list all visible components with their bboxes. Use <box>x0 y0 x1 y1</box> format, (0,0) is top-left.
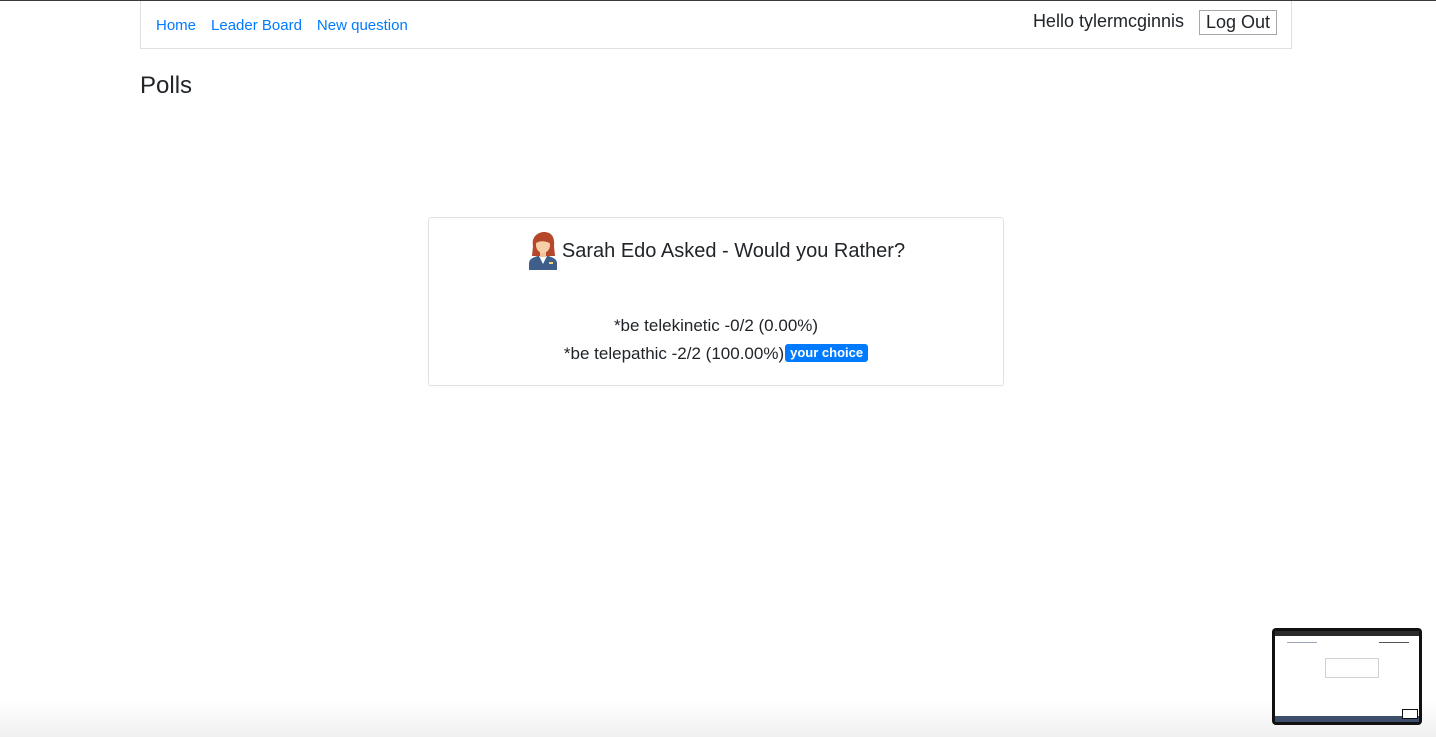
thumbnail-nav-line <box>1287 642 1317 643</box>
nav-link-home[interactable]: Home <box>156 17 196 34</box>
poll-option-text: *be telepathic -2/2 (100.00%) <box>563 344 785 363</box>
your-choice-badge: your choice <box>785 344 869 362</box>
thumbnail-card <box>1325 658 1379 678</box>
thumbnail-dock <box>1275 716 1419 722</box>
bottom-shadow <box>0 700 1436 737</box>
thumbnail-screen <box>1275 636 1419 716</box>
woman-avatar-icon <box>528 232 557 270</box>
poll-option: *be telekinetic -0/2 (0.00%) <box>429 312 1003 340</box>
thumbnail-greeting-line <box>1379 642 1409 643</box>
nav-link-new-question[interactable]: New question <box>317 17 408 34</box>
thumbnail-mini-window <box>1402 709 1418 719</box>
poll-option-text: *be telekinetic -0/2 (0.00%) <box>613 316 819 335</box>
poll-title: Sarah Edo Asked - Would you Rather? <box>561 239 906 262</box>
poll-card-header: Sarah Edo Asked - Would you Rather? <box>429 232 1003 270</box>
poll-options: *be telekinetic -0/2 (0.00%) *be telepat… <box>429 312 1003 368</box>
nav-links: Home Leader Board New question <box>156 17 408 34</box>
poll-option: *be telepathic -2/2 (100.00%) your choice <box>429 340 1003 368</box>
screenshot-thumbnail-preview[interactable] <box>1272 628 1422 725</box>
user-greeting: Hello tylermcginnis <box>1032 11 1184 31</box>
nav-link-leader-board[interactable]: Leader Board <box>211 17 302 34</box>
poll-card: Sarah Edo Asked - Would you Rather? *be … <box>428 217 1004 386</box>
top-navbar: Home Leader Board New question Hello tyl… <box>140 1 1292 49</box>
page-title: Polls <box>140 72 193 99</box>
logout-button[interactable]: Log Out <box>1198 10 1277 35</box>
